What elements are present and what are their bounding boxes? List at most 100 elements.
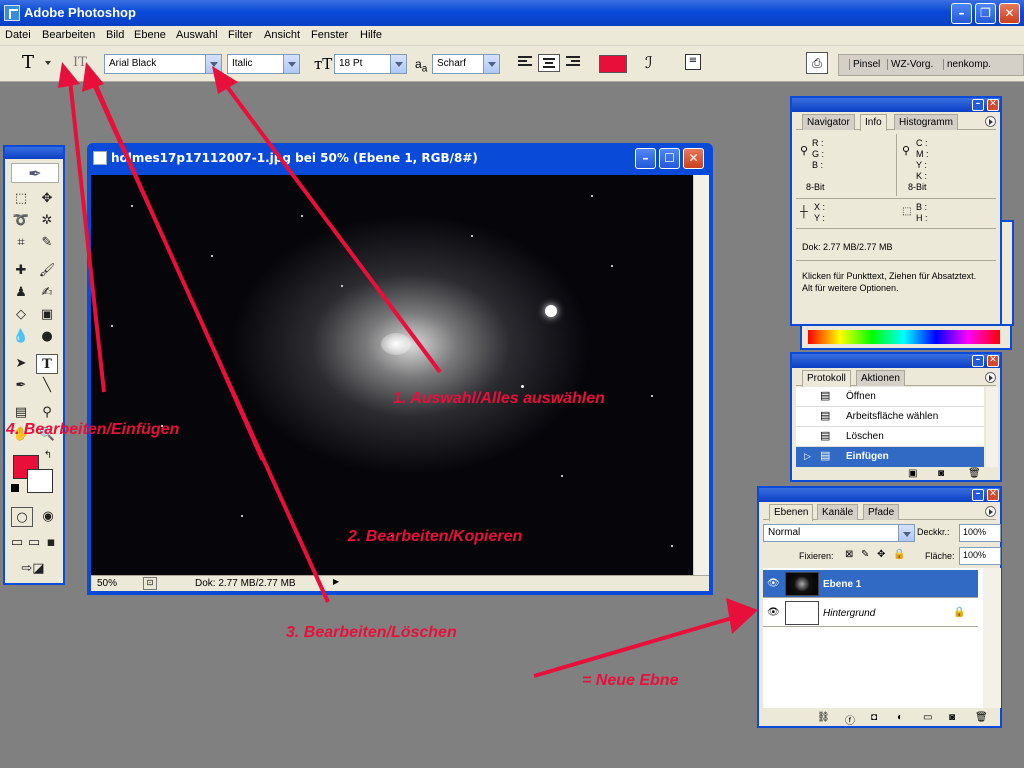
layers-scrollbar[interactable] — [983, 568, 1001, 708]
swap-colors-icon[interactable]: ↰ — [41, 449, 55, 463]
align-left-icon[interactable] — [518, 56, 532, 70]
menu-bearbeiten[interactable]: Bearbeiten — [42, 29, 95, 41]
eye-icon[interactable]: 👁 — [767, 578, 780, 589]
screen-mode-full-icon[interactable]: ▪ — [43, 533, 59, 553]
doc-maximize-icon[interactable]: ☐ — [659, 148, 680, 169]
new-layer-icon[interactable]: ◙ — [949, 712, 955, 723]
menu-fenster[interactable]: Fenster — [311, 29, 348, 41]
line-tool-icon[interactable]: ╲ — [36, 376, 58, 396]
tab-protokoll[interactable]: Protokoll — [802, 370, 851, 387]
lock-move-icon[interactable]: ✥ — [877, 549, 885, 560]
palette-menu-icon[interactable] — [985, 116, 996, 127]
default-colors-icon[interactable] — [11, 484, 19, 492]
lock-paint-icon[interactable]: ✎ — [861, 549, 869, 560]
palette-close-icon[interactable]: ✕ — [987, 99, 999, 111]
eraser-tool-icon[interactable]: ◇ — [10, 305, 32, 325]
status-options-icon[interactable]: ⊡ — [143, 577, 157, 590]
jump-to-imageready-icon[interactable]: ⇨◪ — [11, 559, 55, 579]
menu-datei[interactable]: Datei — [5, 29, 31, 41]
magic-wand-icon[interactable]: ✲ — [36, 211, 58, 231]
chevron-down-icon[interactable] — [483, 55, 499, 73]
new-snapshot-icon[interactable]: ◙ — [938, 468, 944, 479]
text-orientation-icon[interactable]: IT — [73, 55, 87, 70]
palette-minimize-icon[interactable]: – — [972, 355, 984, 367]
chevron-down-icon[interactable] — [205, 55, 221, 73]
blend-mode-select[interactable]: Normal — [763, 524, 915, 542]
history-scrollbar[interactable] — [986, 387, 998, 467]
palette-close-icon[interactable]: ✕ — [987, 489, 999, 501]
palette-menu-icon[interactable] — [985, 372, 996, 383]
menu-filter[interactable]: Filter — [228, 29, 252, 41]
brush-tool-icon[interactable]: 🖌 — [36, 261, 58, 281]
chevron-down-icon[interactable] — [45, 61, 51, 65]
eyedropper-icon[interactable]: ⚲ — [36, 403, 58, 423]
trash-icon[interactable]: 🗑 — [975, 712, 988, 723]
history-item[interactable]: ▤ Arbeitsfläche wählen — [796, 407, 984, 427]
fill-field[interactable]: 100% — [959, 547, 1001, 565]
tab-histogramm[interactable]: Histogramm — [894, 114, 958, 130]
text-tool-icon[interactable]: T — [36, 354, 58, 374]
minimize-icon[interactable]: – — [951, 3, 972, 24]
doc-close-icon[interactable]: ✕ — [683, 148, 704, 169]
lock-all-icon[interactable]: 🔒 — [893, 549, 905, 560]
stamp-tool-icon[interactable]: ♟ — [10, 283, 32, 303]
new-group-icon[interactable]: ▭ — [923, 712, 932, 723]
history-brush-icon[interactable]: ✍ — [36, 283, 58, 303]
tab-kanaele[interactable]: Kanäle — [817, 504, 859, 520]
link-layers-icon[interactable]: ⛓ — [817, 712, 830, 723]
zoom-level[interactable]: 50% — [97, 578, 117, 589]
palette-minimize-icon[interactable]: – — [972, 489, 984, 501]
opacity-field[interactable]: 100% — [959, 524, 1001, 542]
move-tool-icon[interactable]: ✥ — [36, 189, 58, 209]
layer-ebene-1[interactable]: 👁 Ebene 1 — [763, 570, 978, 598]
crop-tool-icon[interactable]: ⌗ — [10, 233, 32, 253]
font-family-select[interactable]: Arial Black — [104, 54, 222, 74]
menu-ansicht[interactable]: Ansicht — [264, 29, 300, 41]
palette-menu-icon[interactable] — [985, 506, 996, 517]
font-style-select[interactable]: Italic — [227, 54, 300, 74]
quickmask-mode-icon[interactable]: ◉ — [37, 507, 59, 527]
antialias-select[interactable]: Scharf — [432, 54, 500, 74]
background-color-swatch[interactable] — [27, 469, 53, 493]
palette-well-wz-vorg[interactable]: WZ-Vorg. — [887, 59, 933, 70]
palette-well-pinsel[interactable]: Pinsel — [849, 59, 880, 70]
adjustment-layer-icon[interactable]: ◐ — [897, 712, 903, 723]
history-item[interactable]: ▤ Löschen — [796, 427, 984, 447]
screen-mode-standard-icon[interactable]: ▭ — [9, 533, 25, 553]
document-vertical-scrollbar[interactable] — [693, 175, 709, 575]
slice-tool-icon[interactable]: ✎ — [36, 233, 58, 253]
align-center-icon[interactable] — [538, 54, 560, 72]
doc-minimize-icon[interactable]: – — [635, 148, 656, 169]
color-ramp[interactable] — [808, 330, 1000, 344]
palette-minimize-icon[interactable]: – — [972, 99, 984, 111]
gradient-tool-icon[interactable]: ▣ — [36, 305, 58, 325]
standard-mode-icon[interactable]: ○ — [11, 507, 33, 527]
palette-well-ebenenkomp[interactable]: nenkomp. — [943, 59, 991, 70]
notes-tool-icon[interactable]: ▤ — [10, 403, 32, 423]
tab-info[interactable]: Info — [860, 114, 887, 131]
tab-aktionen[interactable]: Aktionen — [856, 370, 905, 386]
restore-icon[interactable]: ❐ — [975, 3, 996, 24]
pen-tool-icon[interactable]: ✒ — [10, 376, 32, 396]
history-item-selected[interactable]: ▷ ▤ Einfügen — [796, 447, 984, 467]
chevron-down-icon[interactable] — [390, 55, 406, 73]
new-document-from-state-icon[interactable]: ▣ — [908, 468, 917, 479]
text-tool-preset-icon[interactable]: T — [22, 52, 34, 73]
file-browser-icon[interactable]: ⎙ — [806, 52, 828, 74]
screen-mode-menu-icon[interactable]: ▭ — [26, 533, 42, 553]
align-right-icon[interactable] — [566, 56, 580, 70]
menu-hilfe[interactable]: Hilfe — [360, 29, 382, 41]
marquee-tool-icon[interactable]: ⬚ — [10, 189, 32, 209]
status-menu-icon[interactable]: ▶ — [333, 577, 343, 590]
menu-bild[interactable]: Bild — [106, 29, 124, 41]
layer-hintergrund[interactable]: 👁 Hintergrund 🔒 — [763, 599, 978, 627]
font-size-select[interactable]: 18 Pt — [334, 54, 407, 74]
menu-auswahl[interactable]: Auswahl — [176, 29, 218, 41]
dodge-tool-icon[interactable]: ● — [36, 327, 58, 347]
text-color-swatch[interactable] — [599, 55, 627, 73]
eye-icon[interactable]: 👁 — [767, 607, 780, 618]
lock-transparency-icon[interactable]: ⊠ — [845, 549, 853, 560]
menu-ebene[interactable]: Ebene — [134, 29, 166, 41]
tab-pfade[interactable]: Pfade — [863, 504, 900, 520]
lasso-tool-icon[interactable]: ➰ — [10, 211, 32, 231]
